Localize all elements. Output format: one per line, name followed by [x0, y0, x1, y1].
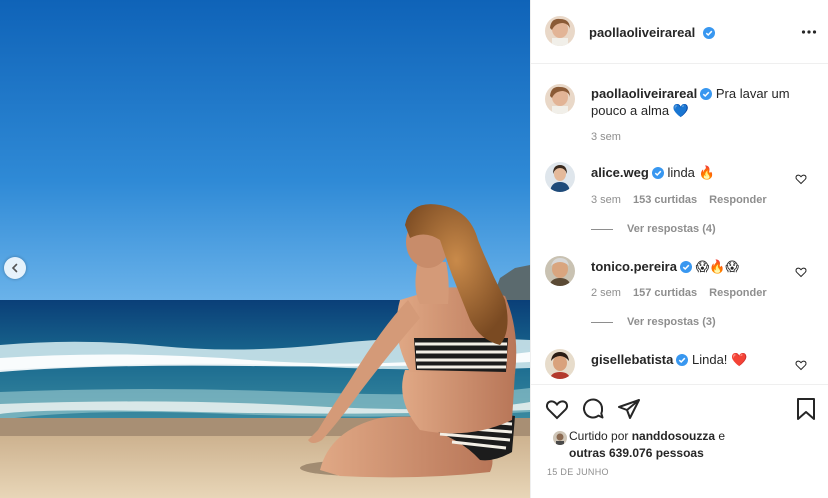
more-options-button[interactable] [801, 24, 817, 45]
comment-meta: 2 sem 157 curtidas Responder [591, 287, 779, 299]
comment-bubble-icon [583, 398, 604, 419]
verified-badge-icon [651, 167, 664, 179]
share-button[interactable] [617, 397, 641, 426]
likes-prefix: Curtido por [569, 429, 629, 443]
caption: paollaoliveirareal Pra lavar um pouco a … [591, 85, 801, 119]
post-date[interactable]: 15 DE JUNHO [547, 467, 609, 477]
liked-by-username[interactable]: nanddosouzza [632, 429, 715, 443]
bookmark-icon [797, 398, 815, 420]
comment-likes[interactable]: 153 curtidas [633, 194, 697, 206]
like-comment-button[interactable] [795, 172, 807, 190]
heart-outline-icon [795, 360, 807, 371]
comment-username[interactable]: tonico.pereira [591, 259, 677, 274]
paper-plane-icon [618, 399, 640, 419]
comment-avatar[interactable] [545, 256, 575, 286]
comment-likes[interactable]: 157 curtidas [633, 287, 697, 299]
comment-time[interactable]: 3 sem [591, 194, 621, 206]
caption-username[interactable]: paollaoliveirareal [591, 86, 697, 101]
comment: tonico.pereira 😱🔥😱 [591, 258, 801, 275]
comment-time[interactable]: 2 sem [591, 287, 621, 299]
replies-divider [591, 228, 613, 230]
beach-photo [0, 0, 530, 498]
heart-outline-icon [795, 174, 807, 185]
verified-badge-icon [676, 354, 689, 366]
comment-avatar[interactable] [545, 349, 575, 379]
comments-list[interactable]: paollaoliveirareal Pra lavar um pouco a … [531, 64, 828, 384]
comment-text: linda 🔥 [667, 165, 715, 180]
verified-badge-icon [679, 261, 692, 273]
reply-button[interactable]: Responder [709, 194, 766, 206]
caption-time[interactable]: 3 sem [591, 131, 621, 143]
heart-outline-icon [795, 267, 807, 278]
view-replies-button[interactable]: Ver respostas (3) [591, 316, 716, 328]
comment-text: Linda! ❤️ [692, 352, 748, 367]
replies-divider [591, 321, 613, 323]
reply-button[interactable]: Responder [709, 287, 766, 299]
verified-badge-icon [700, 88, 713, 100]
comment: gisellebatista Linda! ❤️ [591, 351, 801, 368]
post-side-panel: paollaoliveirareal paollaoliveirareal Pr… [530, 0, 828, 498]
like-comment-button[interactable] [795, 265, 807, 283]
author-avatar[interactable] [545, 16, 575, 46]
caption-avatar[interactable] [545, 84, 575, 114]
view-replies-label: Ver respostas (3) [627, 316, 716, 328]
like-comment-button[interactable] [795, 358, 807, 376]
post-actions: Curtido por nanddosouzza e outras 639.07… [531, 384, 828, 498]
comment-button[interactable] [581, 397, 605, 426]
comment-username[interactable]: alice.weg [591, 165, 649, 180]
save-button[interactable] [795, 397, 817, 426]
view-replies-button[interactable]: Ver respostas (4) [591, 223, 716, 235]
view-replies-label: Ver respostas (4) [627, 223, 716, 235]
likes-connector: e [718, 429, 726, 443]
comment-meta: 3 sem 153 curtidas Responder [591, 194, 779, 206]
like-button[interactable] [545, 397, 569, 426]
likes-others-count[interactable]: outras 639.076 pessoas [569, 446, 704, 460]
caption-meta: 3 sem [591, 131, 633, 143]
chevron-left-icon [11, 263, 18, 273]
more-horizontal-icon [801, 30, 817, 34]
post-photo[interactable] [0, 0, 530, 498]
author-username[interactable]: paollaoliveirareal [589, 25, 695, 40]
comment-avatar[interactable] [545, 162, 575, 192]
previous-photo-button[interactable] [4, 257, 26, 279]
post-header: paollaoliveirareal [531, 0, 828, 64]
comment-text: 😱🔥😱 [695, 259, 739, 274]
likes-summary: Curtido por nanddosouzza e outras 639.07… [569, 428, 819, 462]
liked-by-avatar[interactable] [553, 431, 567, 445]
comment: alice.weg linda 🔥 [591, 164, 801, 181]
comment-username[interactable]: gisellebatista [591, 352, 673, 367]
verified-badge-icon [702, 27, 715, 39]
heart-outline-icon [545, 400, 569, 420]
